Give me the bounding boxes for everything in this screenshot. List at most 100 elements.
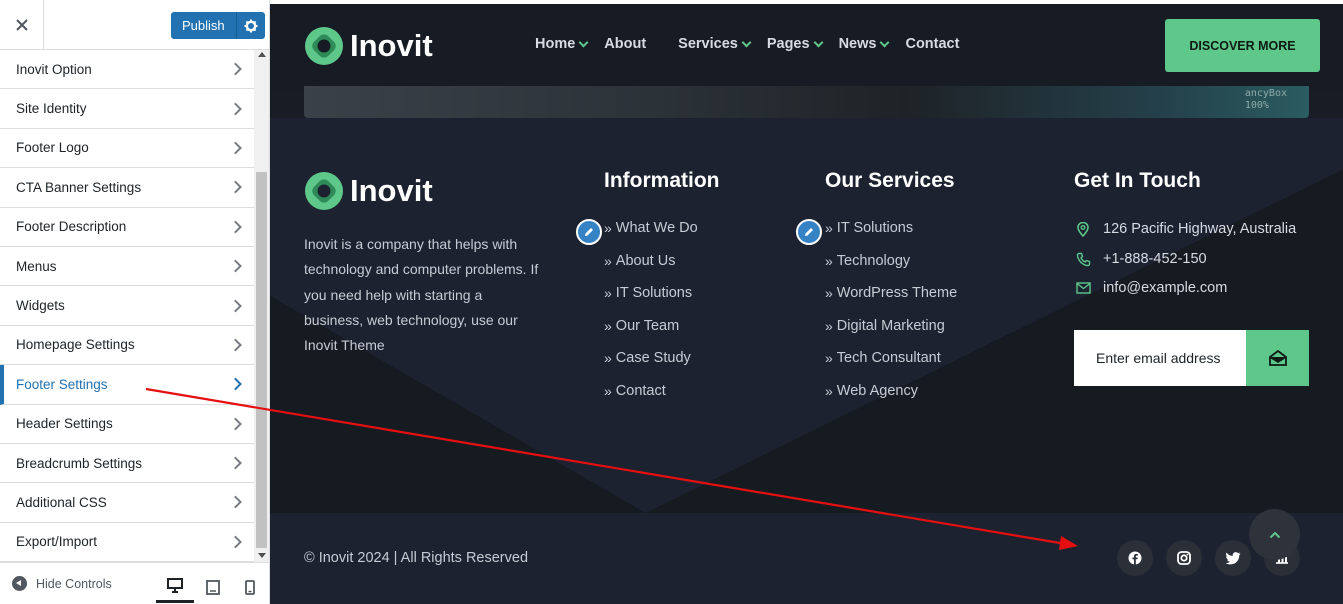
menu-item-cta-banner-settings[interactable]: CTA Banner Settings [0,168,254,208]
footer-link[interactable]: » IT Solutions [604,285,698,318]
nav-about[interactable]: About [604,36,646,52]
publish-button[interactable]: Publish [171,12,236,39]
edit-shortcut-information[interactable] [576,219,602,245]
edit-shortcut-services[interactable] [796,219,822,245]
chevron-right-icon [229,141,242,155]
nav-contact[interactable]: Contact [905,36,959,52]
chevron-right-icon [229,102,242,115]
footer-link-label: Our Team [615,317,680,334]
footer-link[interactable]: » Our Team [604,318,698,351]
hide-controls-button[interactable]: Hide Controls [12,576,112,591]
menu-item-menus[interactable]: Menus [0,246,254,287]
chevron-right-icon [229,456,242,470]
scroll-down-arrow-icon[interactable] [258,553,266,558]
footer-link-label: Tech Consultant [836,350,941,366]
nav-label: Contact [905,36,960,52]
menu-item-export-import[interactable]: Export/Import [0,522,254,563]
contact-phone[interactable]: +1-888-452-150 [1074,250,1207,268]
double-chevron-right-icon: » [604,285,612,301]
nav-home[interactable]: Home [535,36,589,52]
scroll-up-arrow-icon[interactable] [258,52,266,57]
site-logo[interactable]: Inovit [304,26,433,66]
footer-link[interactable]: » WordPress Theme [825,285,957,318]
footer-link[interactable]: » Contact [604,383,698,416]
footer-logo[interactable]: Inovit [304,171,433,211]
double-chevron-right-icon: » [825,285,833,301]
instagram-link[interactable] [1166,540,1202,576]
menu-item-widgets[interactable]: Widgets [0,286,254,326]
preview-tablet-button[interactable] [194,571,232,603]
footer-description: Inovit is a company that helps with tech… [304,236,539,354]
facebook-link[interactable] [1117,540,1153,576]
footer-link[interactable]: » Digital Marketing [825,318,957,351]
newsletter-email-input[interactable] [1074,330,1246,386]
menu-item-label: Inovit Option [16,61,92,77]
chevron-down-icon [880,37,890,47]
information-links: » What We Do» About Us» IT Solutions» Our Te… [604,220,698,415]
nav-news[interactable]: News [839,36,890,52]
footer-link-label: Case Study [615,350,691,366]
menu-item-footer-settings[interactable]: Footer Settings [0,365,254,405]
double-chevron-right-icon: » [825,382,833,399]
footer-link-label: Technology [836,252,911,269]
preview-desktop-button[interactable] [156,571,194,603]
chevron-right-icon [229,62,242,76]
cta-banner-image: ancyBox 100% [304,86,1309,118]
menu-item-label: Homepage Settings [16,337,135,353]
footer-link[interactable]: » Case Study [604,350,698,383]
mobile-icon [245,579,255,595]
location-pin-icon [1077,221,1089,237]
scroll-thumb[interactable] [256,172,267,548]
publish-settings-button[interactable] [235,12,265,39]
footer-link[interactable]: » Tech Consultant [825,350,957,383]
footer-link[interactable]: » IT Solutions [825,220,957,253]
contact-email-text: info@example.com [1103,280,1228,296]
chevron-down-icon [578,37,589,47]
footer-brand: Inovit [350,173,433,208]
menu-item-homepage-settings[interactable]: Homepage Settings [0,325,254,366]
menu-item-additional-css[interactable]: Additional CSS [0,483,254,523]
chevron-right-icon [229,180,242,194]
footer-link[interactable]: » What We Do [604,220,698,253]
menu-item-site-identity[interactable]: Site Identity [0,89,254,129]
panel-scrollbar[interactable] [254,50,269,562]
discover-more-button[interactable]: DISCOVER MORE [1165,19,1320,72]
footer-link-label: IT Solutions [615,285,693,301]
chevron-right-icon [229,417,242,431]
tablet-icon [206,579,220,595]
menu-item-label: Widgets [16,298,65,314]
menu-item-label: CTA Banner Settings [16,179,142,195]
double-chevron-right-icon: » [604,382,612,399]
logo-mark-icon [305,27,343,65]
menu-item-header-settings[interactable]: Header Settings [0,404,254,444]
menu-item-footer-description[interactable]: Footer Description [0,207,254,247]
scroll-to-top-button[interactable] [1249,509,1300,560]
footer-link[interactable]: » Web Agency [825,383,957,416]
footer-link[interactable]: » Technology [825,253,957,286]
menu-item-label: Footer Settings [16,376,108,392]
nav-services[interactable]: Services [678,36,752,52]
newsletter-submit-button[interactable] [1246,330,1309,386]
menu-item-label: Additional CSS [16,494,107,510]
customizer-menu: Inovit Option Site Identity Footer Logo CTA… [0,50,254,563]
footer-link-label: IT Solutions [836,220,914,236]
chevron-right-icon [229,220,242,234]
footer-link[interactable]: » About Us [604,253,698,286]
phone-icon [1076,252,1090,266]
chevron-right-icon [229,535,242,549]
menu-item-footer-logo[interactable]: Footer Logo [0,128,254,169]
footer-link-label: What We Do [615,220,698,236]
preview-mobile-button[interactable] [231,571,269,603]
menu-item-label: Site Identity [16,101,87,117]
contact-address-text: 126 Pacific Highway, Australia [1103,221,1297,237]
double-chevron-right-icon: » [825,350,833,366]
nav-pages[interactable]: Pages [767,36,824,52]
twitter-link[interactable] [1215,540,1251,576]
menu-item-label: Breadcrumb Settings [16,455,143,471]
menu-item-breadcrumb-settings[interactable]: Breadcrumb Settings [0,443,254,484]
services-links: » IT Solutions» Technology» WordPress Theme… [825,220,957,415]
contact-email[interactable]: info@example.com [1074,279,1227,297]
contact-address: 126 Pacific Highway, Australia [1074,220,1296,238]
menu-item-inovit-option[interactable]: Inovit Option [0,50,254,90]
close-customizer-button[interactable] [0,0,44,50]
